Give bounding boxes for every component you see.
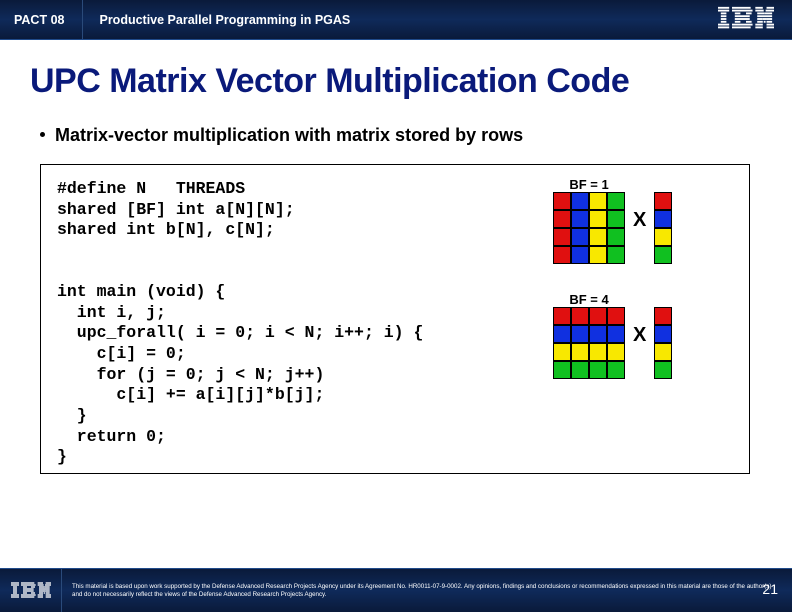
- slide-content: UPC Matrix Vector Multiplication Code Ma…: [0, 40, 792, 474]
- bullet-text: Matrix-vector multiplication with matrix…: [55, 125, 523, 145]
- header-left: PACT 08 Productive Parallel Programming …: [0, 0, 350, 39]
- header-tab: PACT 08: [0, 0, 83, 39]
- bf4-matrix-wrap: BF = 4: [553, 292, 625, 379]
- ibm-logo-icon: [718, 6, 774, 37]
- header-title: Productive Parallel Programming in PGAS: [83, 13, 350, 27]
- code-box: #define N THREADS shared [BF] int a[N][N…: [40, 164, 750, 474]
- bf4-matrix: [553, 307, 625, 379]
- bullet-dot-icon: [40, 132, 45, 137]
- bf1-group: BF = 1 X: [553, 177, 733, 264]
- bf4-group: BF = 4 X: [553, 292, 733, 379]
- bullet-line: Matrix-vector multiplication with matrix…: [40, 125, 762, 146]
- footer-bar: This material is based upon work support…: [0, 568, 792, 612]
- header-bar: PACT 08 Productive Parallel Programming …: [0, 0, 792, 40]
- bf1-vector: [654, 192, 672, 264]
- footer-logo-icon: [0, 569, 62, 612]
- slide-title: UPC Matrix Vector Multiplication Code: [30, 62, 762, 101]
- x-label-2: X: [633, 324, 646, 347]
- bf1-matrix: [553, 192, 625, 264]
- diagrams: BF = 1 X BF = 4 X: [553, 177, 733, 379]
- bf1-label: BF = 1: [569, 177, 608, 192]
- bf4-label: BF = 4: [569, 292, 608, 307]
- footer-disclaimer: This material is based upon work support…: [62, 583, 792, 599]
- page-number: 21: [762, 581, 778, 597]
- x-label-1: X: [633, 209, 646, 232]
- bf1-matrix-wrap: BF = 1: [553, 177, 625, 264]
- bf4-vector: [654, 307, 672, 379]
